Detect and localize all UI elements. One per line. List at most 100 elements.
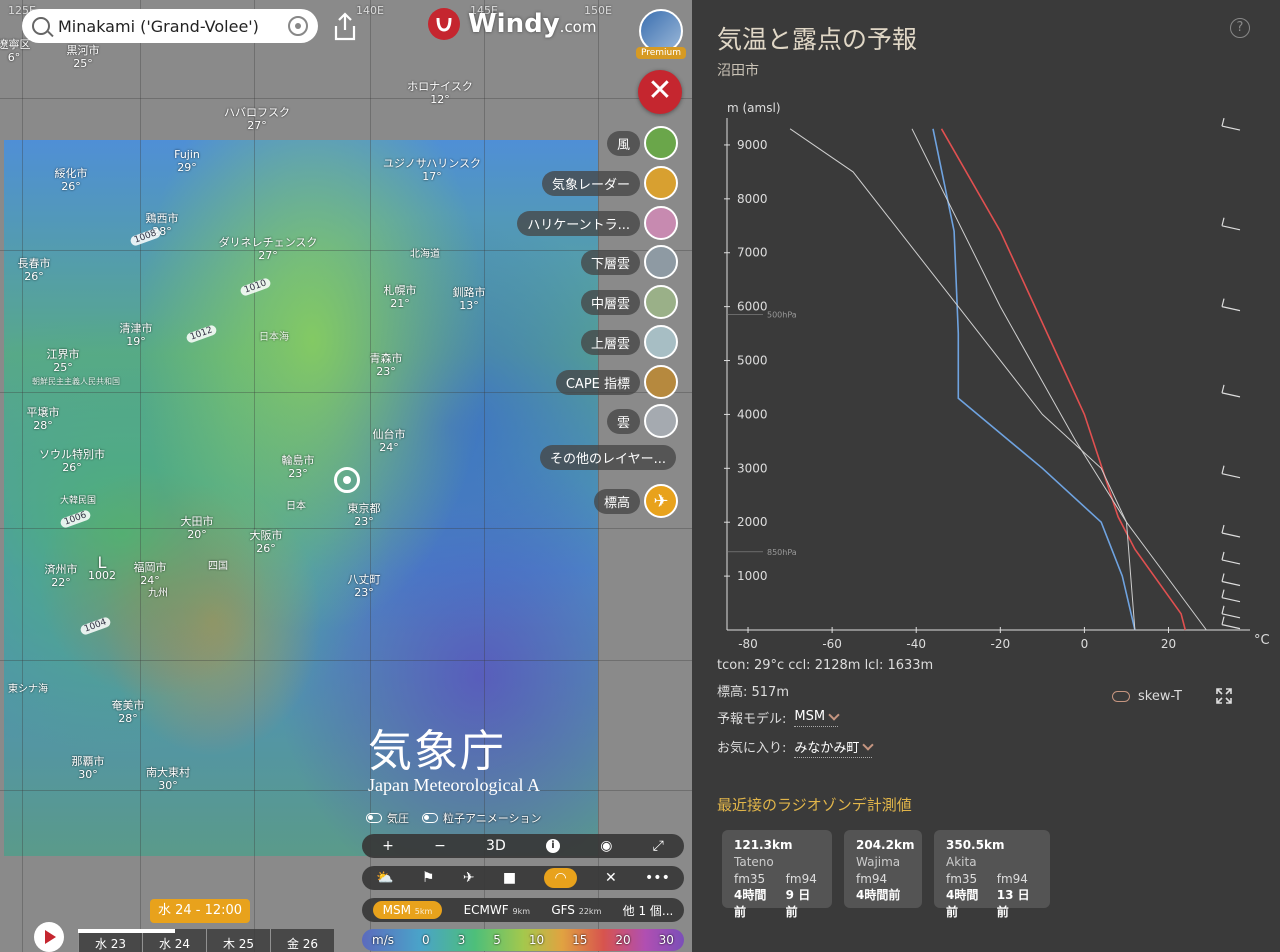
timeline-day[interactable]: 金 26: [270, 929, 334, 952]
place-label[interactable]: 八丈町 23°: [348, 573, 381, 599]
model-msm[interactable]: MSM 5km: [372, 901, 443, 919]
place-label[interactable]: 那覇市 30°: [72, 755, 105, 781]
layer-low-clouds[interactable]: 下層雲: [580, 245, 678, 279]
zoom-in-button[interactable]: +: [382, 838, 394, 854]
layer-high-clouds[interactable]: 上層雲: [580, 325, 678, 359]
hurricane-icon[interactable]: ◉: [600, 838, 612, 854]
map-pane[interactable]: 125E 140E 145E 150E 遼寧区 6° 黒河市 25° ハバロフスク 2…: [0, 0, 692, 952]
more-icon[interactable]: •••: [645, 870, 670, 886]
particles-toggle[interactable]: 粒子アニメーション: [422, 810, 542, 826]
close-button[interactable]: ✕: [638, 70, 682, 114]
location-pin-icon[interactable]: [334, 467, 360, 493]
place-label[interactable]: ソウル特別市 26°: [39, 448, 105, 474]
layer-radar[interactable]: 気象レーダー: [541, 166, 678, 200]
place-label[interactable]: 輪島市 23°: [282, 454, 315, 480]
weather-icon[interactable]: ⛅: [376, 870, 393, 886]
model-gfs[interactable]: GFS 22km: [551, 903, 601, 917]
place-label[interactable]: 大阪市 26°: [250, 529, 283, 555]
y-tick-label: 6000: [737, 300, 768, 314]
place-label[interactable]: 平壌市 28°: [27, 406, 60, 432]
expand-icon[interactable]: [1216, 688, 1232, 704]
more-layers-button[interactable]: その他のレイヤー...: [539, 445, 676, 470]
model-bar: MSM 5km ECMWF 9km GFS 22km 他 1 個...: [362, 898, 684, 922]
paraglider-icon[interactable]: ◠: [544, 868, 577, 888]
airplane-icon[interactable]: ✈: [463, 870, 475, 886]
region-label: 日本: [286, 501, 306, 512]
layer-cape[interactable]: CAPE 指標: [555, 365, 678, 399]
place-label[interactable]: 黒河市 25°: [67, 44, 100, 70]
place-label[interactable]: ユジノサハリンスク 17°: [383, 157, 481, 183]
wind-barb: [1221, 217, 1241, 231]
wind-barb: [1221, 384, 1241, 398]
play-button[interactable]: [34, 922, 64, 952]
x-tick-label: 20: [1161, 637, 1176, 651]
place-label[interactable]: ホロナイスク 12°: [407, 80, 473, 106]
close-icon[interactable]: ✕: [605, 870, 617, 886]
place-label[interactable]: 青森市 23°: [370, 352, 403, 378]
place-label[interactable]: 仙台市 24°: [373, 428, 406, 454]
layer-elevation[interactable]: 標高 ✈: [593, 484, 678, 518]
high-clouds-layer-icon: [644, 325, 678, 359]
camera-icon[interactable]: ■: [503, 870, 516, 886]
region-label: 朝鮮民主主義人民共和国: [32, 377, 120, 386]
place-label[interactable]: 済州市 22°: [45, 563, 78, 589]
place-label[interactable]: 東京都 23°: [348, 502, 381, 528]
place-label[interactable]: 南大東村 30°: [146, 766, 190, 792]
layer-hurricane[interactable]: ハリケーントラ...: [517, 206, 678, 240]
place-label[interactable]: 福岡市 24°: [134, 561, 167, 587]
place-label[interactable]: ハバロフスク 27°: [224, 106, 290, 132]
locate-icon[interactable]: [288, 16, 308, 36]
y-tick-label: 4000: [737, 407, 768, 421]
sonde-card[interactable]: 121.3km Tateno fm35 4時間前 fm94 9 日前: [722, 830, 832, 919]
zoom-out-button[interactable]: −: [434, 838, 446, 854]
skewt-toggle[interactable]: skew-T: [1112, 689, 1182, 704]
windy-logo[interactable]: Windy.com: [428, 8, 596, 40]
airplane-icon: ✈: [644, 484, 678, 518]
lon-label: 140E: [356, 4, 384, 17]
sonde-card[interactable]: 204.2km Wajima fm94 4時間前: [844, 830, 922, 908]
search-input[interactable]: Minakami ('Grand-Volee'): [58, 17, 259, 36]
place-label[interactable]: 清津市 19°: [120, 322, 153, 348]
layer-clouds[interactable]: 雲: [606, 404, 678, 438]
favorite-selector[interactable]: お気に入り: みなかみ町: [717, 737, 875, 758]
search-box[interactable]: Minakami ('Grand-Volee'): [22, 9, 318, 43]
y-tick-label: 2000: [737, 515, 768, 529]
tools-bar: ⛅ ⚑ ✈ ■ ◠ ✕ •••: [362, 866, 684, 890]
sounding-panel: 気温と露点の予報 沼田市 ? m (amsl) °C 1000 2000 3000 400…: [692, 0, 1280, 952]
place-label[interactable]: 長春市 26°: [18, 257, 51, 283]
timeline-day[interactable]: 木 25: [206, 929, 270, 952]
place-label[interactable]: ダリネレチェンスク 27°: [219, 236, 318, 262]
jma-watermark: 気象庁 Japan Meteorological A: [368, 726, 540, 795]
help-icon[interactable]: ?: [1230, 18, 1250, 38]
flag-icon[interactable]: ⚑: [422, 870, 435, 886]
place-label[interactable]: 釧路市 13°: [453, 286, 486, 312]
time-chip[interactable]: 水 24 - 12:00: [150, 899, 250, 923]
model-ecmwf[interactable]: ECMWF 9km: [464, 903, 530, 917]
place-label[interactable]: 遼寧区 6°: [0, 38, 31, 64]
hurricane-layer-icon: [644, 206, 678, 240]
layer-wind[interactable]: 風: [606, 126, 678, 160]
place-label[interactable]: 大田市 20°: [181, 515, 214, 541]
3d-button[interactable]: 3D: [486, 838, 506, 854]
pressure-toggle[interactable]: 気圧: [366, 810, 409, 826]
model-selector[interactable]: 予報モデル: MSM: [717, 708, 840, 727]
panel-subtitle: 沼田市: [717, 63, 759, 79]
series-line-2: [789, 128, 1136, 631]
fullscreen-icon[interactable]: ⤢: [653, 838, 664, 854]
place-label[interactable]: 奄美市 28°: [112, 699, 145, 725]
panel-title: 気温と露点の予報: [717, 25, 918, 54]
layer-mid-clouds[interactable]: 中層雲: [580, 285, 678, 319]
place-label[interactable]: Fujin 29°: [174, 148, 200, 174]
place-label[interactable]: 綏化市 26°: [55, 167, 88, 193]
share-icon[interactable]: [332, 12, 358, 42]
y-tick-label: 5000: [737, 354, 768, 368]
wind-barb: [1221, 551, 1241, 565]
wind-speed-legend[interactable]: m/s 0 3 5 10 15 20 30: [362, 929, 684, 951]
model-more[interactable]: 他 1 個...: [623, 902, 674, 919]
place-label[interactable]: 札幌市 21°: [384, 284, 417, 310]
info-icon[interactable]: i: [545, 839, 560, 853]
place-label[interactable]: 江界市 25°: [47, 348, 80, 374]
y-tick-label: 7000: [737, 246, 768, 260]
map-controls-bar: + − 3D i ◉ ⤢: [362, 834, 684, 858]
sonde-card[interactable]: 350.5km Akita fm35 4時間前 fm94 13 日前: [934, 830, 1050, 919]
